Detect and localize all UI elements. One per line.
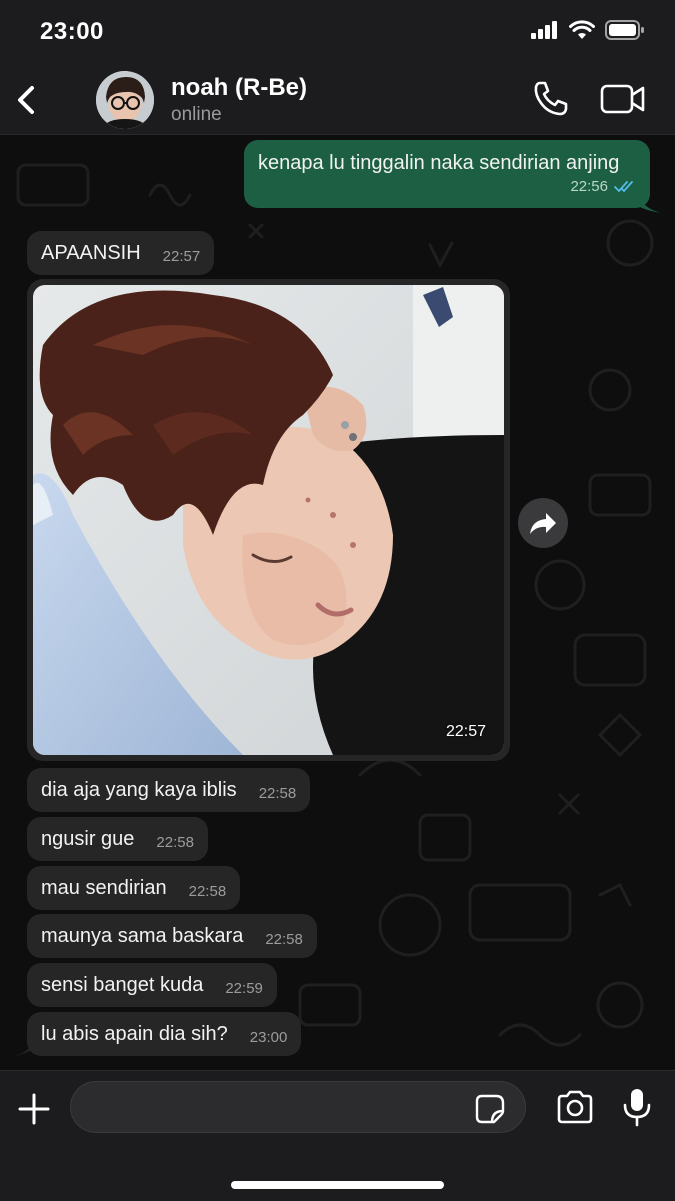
home-indicator[interactable] bbox=[231, 1181, 444, 1189]
battery-icon bbox=[605, 20, 644, 40]
status-bar: 23:00 bbox=[0, 0, 675, 66]
photo-thumbnail[interactable]: 22:57 bbox=[33, 285, 504, 755]
message-bubble-incoming[interactable]: lu abis apain dia sih? 23:00 bbox=[27, 1012, 302, 1056]
message-time: 22:58 bbox=[156, 833, 194, 851]
status-icons bbox=[531, 20, 645, 40]
message-time: 22:59 bbox=[225, 979, 263, 997]
avatar-photo bbox=[96, 71, 154, 129]
message-text: maunya sama baskara bbox=[41, 924, 244, 947]
message-text: APAANSIH bbox=[41, 241, 141, 264]
sticker-icon[interactable] bbox=[474, 1093, 506, 1125]
photo-time: 22:57 bbox=[445, 723, 486, 740]
message-bubble-incoming[interactable]: maunya sama baskara 22:58 bbox=[27, 914, 317, 958]
message-bubble-incoming[interactable]: sensi banget kuda 22:59 bbox=[27, 963, 277, 1007]
avatar[interactable] bbox=[96, 71, 154, 129]
double-check-icon bbox=[614, 180, 633, 192]
wifi-icon bbox=[569, 20, 595, 39]
message-time: 23:00 bbox=[249, 1028, 288, 1046]
message-bubble-incoming[interactable]: ngusir gue 22:58 bbox=[27, 817, 208, 861]
message-text: lu abis apain dia sih? bbox=[41, 1022, 228, 1045]
chevron-left-icon[interactable] bbox=[12, 80, 42, 120]
message-time: 22:58 bbox=[188, 882, 227, 900]
video-camera-icon[interactable] bbox=[600, 82, 646, 116]
phone-icon[interactable] bbox=[531, 78, 571, 118]
chat-area[interactable]: kenapa lu tinggalin naka sendirian anjin… bbox=[0, 135, 675, 1070]
message-bubble-incoming[interactable]: mau sendirian 22:58 bbox=[27, 866, 241, 910]
microphone-icon[interactable] bbox=[620, 1087, 654, 1127]
message-bubble-outgoing[interactable]: kenapa lu tinggalin naka sendirian anjin… bbox=[244, 140, 650, 208]
message-time: 22:58 bbox=[258, 784, 297, 802]
message-meta: 22:56 bbox=[258, 173, 636, 200]
contact-status: online bbox=[171, 104, 222, 125]
message-time: 22:58 bbox=[265, 930, 303, 948]
camera-icon[interactable] bbox=[555, 1089, 595, 1125]
chat-header: noah (R-Be) online bbox=[0, 66, 675, 135]
message-time: 22:57 bbox=[162, 247, 201, 265]
photo-message[interactable]: 22:57 bbox=[27, 279, 510, 761]
sleeping-person-photo bbox=[33, 285, 504, 755]
forward-button[interactable] bbox=[518, 498, 568, 548]
message-bubble-incoming[interactable]: APAANSIH 22:57 bbox=[27, 231, 215, 275]
cellular-signal-icon bbox=[531, 21, 557, 39]
message-text: dia aja yang kaya iblis bbox=[41, 778, 237, 801]
input-bar bbox=[0, 1070, 675, 1201]
forward-icon bbox=[530, 513, 556, 534]
message-bubble-incoming[interactable]: dia aja yang kaya iblis 22:58 bbox=[27, 768, 311, 812]
status-time: 23:00 bbox=[40, 18, 104, 45]
message-text: mau sendirian bbox=[41, 876, 167, 899]
message-input[interactable] bbox=[70, 1081, 526, 1133]
contact-name[interactable]: noah (R-Be) bbox=[171, 74, 307, 102]
plus-icon[interactable] bbox=[16, 1091, 52, 1127]
bubble-tail-outgoing bbox=[640, 197, 662, 213]
message-text: sensi banget kuda bbox=[41, 973, 204, 996]
message-text: ngusir gue bbox=[41, 827, 135, 850]
bubble-tail-incoming bbox=[14, 1040, 34, 1056]
message-time: 22:56 bbox=[570, 178, 608, 195]
